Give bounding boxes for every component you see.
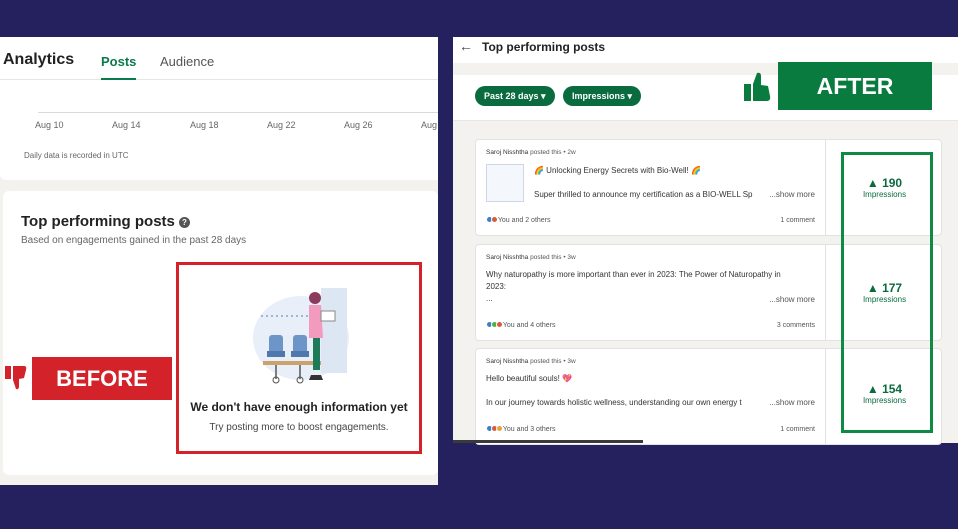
- post-line: Super thrilled to announce my certificat…: [534, 190, 753, 199]
- thumbs-up-icon: [744, 72, 771, 101]
- before-badge: BEFORE: [32, 357, 172, 400]
- post-comments[interactable]: 3 comments: [777, 322, 815, 329]
- post-line: 🌈 Unlocking Energy Secrets with Bio-Well…: [534, 166, 701, 175]
- chart-tick: Aug 22: [267, 120, 296, 130]
- date-range-filter[interactable]: Past 28 days ▾: [475, 86, 555, 106]
- post-reactions[interactable]: You and 4 others: [486, 321, 556, 329]
- post-comments[interactable]: 1 comment: [780, 217, 815, 224]
- top-posts-header: ← Top performing posts: [453, 37, 958, 63]
- post-reactions[interactable]: You and 3 others: [486, 425, 556, 433]
- show-more-link[interactable]: ...show more: [769, 295, 815, 304]
- back-arrow-icon[interactable]: ←: [459, 38, 473, 54]
- thumbs-down-icon: [5, 366, 27, 390]
- post-author: Saroj Nisshtha posted this • 3w: [486, 254, 576, 261]
- post-line: Why naturopathy is more important than e…: [486, 270, 781, 279]
- post-thumbnail: [486, 164, 524, 202]
- chart-tick: Aug 18: [190, 120, 219, 130]
- tab-posts[interactable]: Posts: [101, 54, 137, 80]
- tab-audience[interactable]: Audience: [160, 54, 214, 69]
- post-comments[interactable]: 1 comment: [780, 426, 815, 433]
- post-reactions[interactable]: You and 2 others: [486, 216, 551, 224]
- empty-state-highlight: We don't have enough information yet Try…: [176, 262, 422, 454]
- help-icon[interactable]: ?: [178, 217, 190, 228]
- top-posts-title: Top performing posts?: [21, 213, 190, 230]
- empty-state-subtitle: Try posting more to boost engagements.: [209, 422, 389, 433]
- empty-state-illustration-icon: [253, 288, 349, 384]
- metric-filter[interactable]: Impressions ▾: [563, 86, 642, 106]
- show-more-link[interactable]: ...show more: [769, 190, 815, 199]
- post-line: Hello beautiful souls! 💖: [486, 374, 573, 383]
- empty-state-title: We don't have enough information yet: [190, 400, 408, 414]
- chart-tick: Aug 26: [344, 120, 373, 130]
- post-line: In our journey towards holistic wellness…: [486, 398, 742, 407]
- analytics-header: Analytics Posts Audience: [0, 37, 438, 80]
- show-more-link[interactable]: ...show more: [769, 398, 815, 407]
- chart-tick: Aug 14: [112, 120, 141, 130]
- chart-axis-line: [38, 112, 438, 113]
- post-author: Saroj Nisshtha posted this • 3w: [486, 358, 576, 365]
- after-badge: AFTER: [778, 62, 932, 110]
- utc-note: Daily data is recorded in UTC: [24, 151, 129, 160]
- scroll-shadow: [453, 440, 643, 443]
- daily-chart-card: Aug 10 Aug 14 Aug 18 Aug 22 Aug 26 Aug D…: [0, 80, 438, 180]
- chart-tick: Aug: [421, 120, 438, 130]
- post-author: Saroj Nisshtha posted this • 2w: [486, 149, 576, 156]
- app-title: Analytics: [3, 51, 75, 68]
- chart-tick: Aug 10: [35, 120, 64, 130]
- impressions-highlight: [841, 152, 933, 433]
- post-line: 2023:: [486, 282, 507, 291]
- top-posts-subtitle: Based on engagements gained in the past …: [21, 235, 247, 246]
- post-line: ...: [486, 294, 493, 303]
- page-title: Top performing posts: [482, 40, 606, 54]
